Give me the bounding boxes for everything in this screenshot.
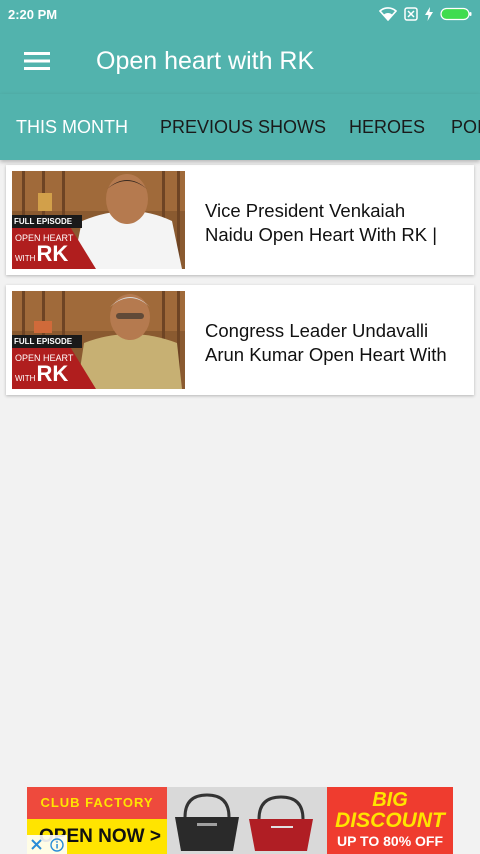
app-bar: Open heart with RK: [0, 28, 480, 94]
ad-product-image: [167, 787, 327, 854]
menu-button[interactable]: [0, 28, 74, 94]
close-icon[interactable]: [30, 838, 43, 851]
thumbnail-badge: FULL EPISODE: [12, 335, 82, 348]
tab-poi[interactable]: POI: [451, 94, 480, 160]
video-title: Vice President Venkaiah Naidu Open Heart…: [205, 200, 438, 245]
video-card[interactable]: FULL EPISODE OPEN HEART WITH RK Congress…: [6, 285, 474, 395]
hamburger-menu-icon: [24, 51, 50, 71]
page-title: Open heart with RK: [96, 46, 315, 75]
tab-bar: THIS MONTH PREVIOUS SHOWS HEROES POI: [0, 94, 480, 160]
status-time: 2:20 PM: [8, 6, 58, 22]
ad-headline-discount: DISCOUNT: [335, 809, 445, 832]
status-bar: 2:20 PM: [0, 0, 480, 28]
ad-offer-text: UP TO 80% OFF: [336, 833, 444, 849]
video-card[interactable]: FULL EPISODE OPEN HEART WITH RK Vice Pre…: [6, 165, 474, 275]
charging-icon: [425, 7, 433, 21]
sim-blocked-icon: [404, 7, 418, 21]
tab-this-month[interactable]: THIS MONTH: [16, 94, 128, 160]
ad-headline-big: BIG: [372, 789, 408, 811]
battery-icon: [440, 7, 472, 21]
video-thumbnail: FULL EPISODE OPEN HEART WITH RK: [12, 171, 185, 269]
tab-previous-shows[interactable]: PREVIOUS SHOWS: [160, 94, 326, 160]
tab-heroes[interactable]: HEROES: [349, 94, 425, 160]
wifi-icon: [379, 7, 397, 21]
video-list: FULL EPISODE OPEN HEART WITH RK Vice Pre…: [6, 165, 474, 405]
video-thumbnail: FULL EPISODE OPEN HEART WITH RK: [12, 291, 185, 389]
ad-brand: CLUB FACTORY: [40, 795, 154, 810]
info-icon[interactable]: [50, 837, 64, 852]
ad-banner[interactable]: CLUB FACTORY OPEN NOW > BIG DISCOUNT UP …: [27, 787, 453, 854]
thumbnail-badge: FULL EPISODE: [12, 215, 82, 228]
ad-controls: [27, 835, 67, 854]
video-title: Congress Leader Undavalli Arun Kumar Ope…: [205, 320, 447, 365]
status-icons: [379, 7, 472, 21]
ad-offer-panel: BIG DISCOUNT UP TO 80% OFF: [327, 787, 453, 854]
